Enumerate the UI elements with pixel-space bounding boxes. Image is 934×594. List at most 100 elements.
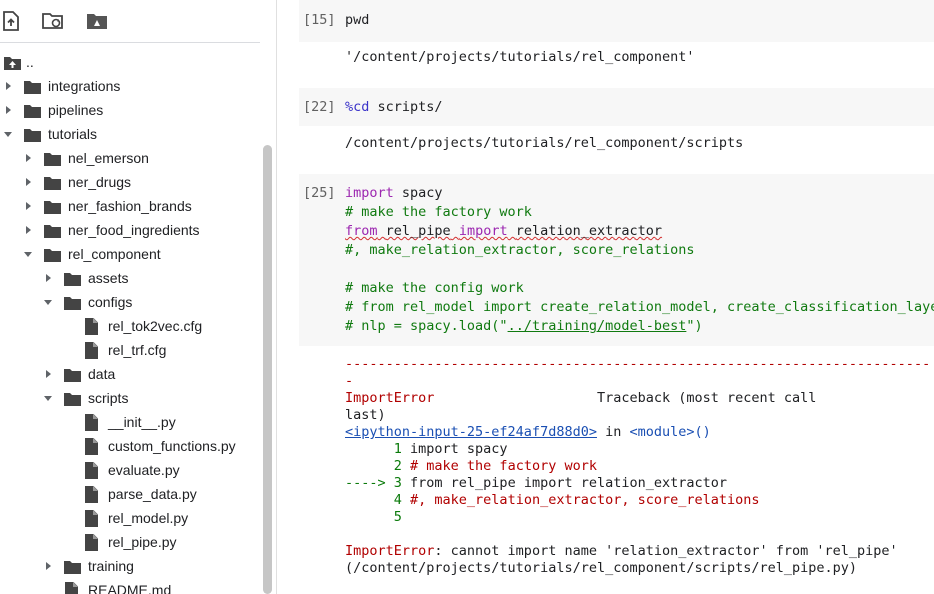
file-icon xyxy=(84,438,101,455)
traceback-text: in xyxy=(596,424,630,440)
folder-icon xyxy=(64,558,81,574)
folder-icon xyxy=(24,78,41,94)
keyword: import xyxy=(458,223,508,239)
tree-file-rel-model-py[interactable]: rel_model.py xyxy=(0,506,260,530)
tree-item-label: rel_tok2vec.cfg xyxy=(108,318,203,334)
refresh-folder-icon[interactable] xyxy=(42,10,64,32)
tree-folder-scripts[interactable]: scripts xyxy=(0,386,260,410)
folder-icon xyxy=(44,198,61,214)
error-name: ImportError xyxy=(345,543,435,559)
caret-right-icon[interactable] xyxy=(42,362,54,386)
tree-file-custom-functions-py[interactable]: custom_functions.py xyxy=(0,434,260,458)
tree-item-label: rel_component xyxy=(68,246,161,262)
tree-file-rel-tok2vec-cfg[interactable]: rel_tok2vec.cfg xyxy=(0,314,260,338)
tree-folder-data[interactable]: data xyxy=(0,362,260,386)
tree-folder-tutorials[interactable]: tutorials xyxy=(0,122,260,146)
tree-item-label: parse_data.py xyxy=(108,486,197,502)
tree-item-label: assets xyxy=(88,270,129,286)
folder-icon xyxy=(44,150,61,166)
tree-item-label: evaluate.py xyxy=(108,462,180,478)
cell-output: /content/projects/tutorials/rel_componen… xyxy=(345,135,744,151)
execution-count: [22] xyxy=(303,99,336,115)
sidebar-scrollbar[interactable] xyxy=(263,145,272,594)
caret-right-icon[interactable] xyxy=(22,218,34,242)
tree-item-label: README.md xyxy=(88,582,172,594)
caret-right-icon[interactable] xyxy=(22,194,34,218)
caret-down-icon[interactable] xyxy=(22,242,34,266)
caret-right-icon[interactable] xyxy=(2,98,14,122)
tree-folder-ner-fashion-brands[interactable]: ner_fashion_brands xyxy=(0,194,260,218)
file-icon xyxy=(84,414,101,431)
tree-parent-directory[interactable]: .. xyxy=(0,50,260,74)
tree-folder-assets[interactable]: assets xyxy=(0,266,260,290)
code-cell-15[interactable] xyxy=(299,0,934,42)
file-browser-sidebar: .. integrations pipelines tutorials nel_emer… xyxy=(0,0,277,594)
tree-item-label: ner_fashion_brands xyxy=(68,198,192,214)
tree-file-parse-data-py[interactable]: parse_data.py xyxy=(0,482,260,506)
tree-item-label: ner_drugs xyxy=(68,174,132,190)
tree-file-rel-pipe-py[interactable]: rel_pipe.py xyxy=(0,530,260,554)
tree-folder-configs[interactable]: configs xyxy=(0,290,260,314)
path-link[interactable]: ../training/model-best xyxy=(508,318,687,334)
error-divider: ----------------------------------------… xyxy=(345,356,931,372)
caret-right-icon[interactable] xyxy=(22,146,34,170)
line-number: 4 xyxy=(345,492,411,508)
tree-item-label: pipelines xyxy=(48,102,104,118)
tree-folder-ner-food-ingredients[interactable]: ner_food_ingredients xyxy=(0,218,260,242)
execution-count: [15] xyxy=(303,12,336,28)
caret-right-icon[interactable] xyxy=(22,170,34,194)
tree-item-label: scripts xyxy=(88,390,129,406)
import-name: relation_extractor xyxy=(515,223,663,239)
comment: ") xyxy=(686,318,703,334)
error-divider: - xyxy=(345,373,354,389)
tree-folder-training[interactable]: training xyxy=(0,554,260,578)
traceback-code: #, make_relation_extractor, score_relati… xyxy=(410,492,760,508)
folder-icon xyxy=(64,270,81,286)
caret-right-icon[interactable] xyxy=(42,266,54,290)
upload-file-icon[interactable] xyxy=(0,10,22,32)
caret-down-icon[interactable] xyxy=(2,122,14,146)
tree-folder-rel-component[interactable]: rel_component xyxy=(0,242,260,266)
caret-down-icon[interactable] xyxy=(42,290,54,314)
file-icon xyxy=(84,318,101,335)
tree-folder-pipelines[interactable]: pipelines xyxy=(0,98,260,122)
error-arrow: ----> 3 xyxy=(345,475,411,491)
tree-file--init-py[interactable]: __init__.py xyxy=(0,410,260,434)
traceback-label: Traceback (most recent call xyxy=(596,390,817,406)
code-line[interactable]: %cd scripts/ xyxy=(345,98,443,117)
file-tree: .. integrations pipelines tutorials nel_emer… xyxy=(0,50,260,594)
error-name: ImportError xyxy=(345,390,435,406)
notebook-area: [15] pwd '/content/projects/tutorials/re… xyxy=(277,0,934,594)
comment: # from rel_model import create_relation_… xyxy=(345,299,934,315)
traceback-code: import spacy xyxy=(410,441,508,457)
ipython-input-link[interactable]: <ipython-input-25-ef24af7d88d0> xyxy=(345,424,597,440)
caret-right-icon[interactable] xyxy=(2,74,14,98)
tree-item-label: tutorials xyxy=(48,126,98,142)
tree-item-label: rel_pipe.py xyxy=(108,534,177,550)
traceback-label: last) xyxy=(345,407,386,423)
tree-file-evaluate-py[interactable]: evaluate.py xyxy=(0,458,260,482)
line-number: 2 xyxy=(345,458,411,474)
code-editor[interactable]: import spacy # make the factory work fro… xyxy=(345,184,934,336)
file-icon xyxy=(84,462,101,479)
tree-folder-nel-emerson[interactable]: nel_emerson xyxy=(0,146,260,170)
cell-output: '/content/projects/tutorials/rel_compone… xyxy=(345,49,695,65)
code-line[interactable]: pwd xyxy=(345,11,369,30)
google-drive-icon[interactable] xyxy=(86,10,108,32)
tree-item-label: ner_food_ingredients xyxy=(68,222,200,238)
tree-item-label: rel_trf.cfg xyxy=(108,342,167,358)
execution-count: [25] xyxy=(303,185,336,201)
caret-right-icon[interactable] xyxy=(42,554,54,578)
tree-file-readme-md[interactable]: README.md xyxy=(0,578,260,594)
tree-item-label: training xyxy=(88,558,134,574)
tree-item-label: data xyxy=(88,366,116,382)
folder-icon xyxy=(44,222,61,238)
caret-down-icon[interactable] xyxy=(42,386,54,410)
tree-item-label: rel_model.py xyxy=(108,510,189,526)
tree-item-label: __init__.py xyxy=(108,414,176,430)
file-icon xyxy=(84,510,101,527)
tree-folder-integrations[interactable]: integrations xyxy=(0,74,260,98)
tree-folder-ner-drugs[interactable]: ner_drugs xyxy=(0,170,260,194)
tree-item-label: integrations xyxy=(48,78,121,94)
tree-file-rel-trf-cfg[interactable]: rel_trf.cfg xyxy=(0,338,260,362)
